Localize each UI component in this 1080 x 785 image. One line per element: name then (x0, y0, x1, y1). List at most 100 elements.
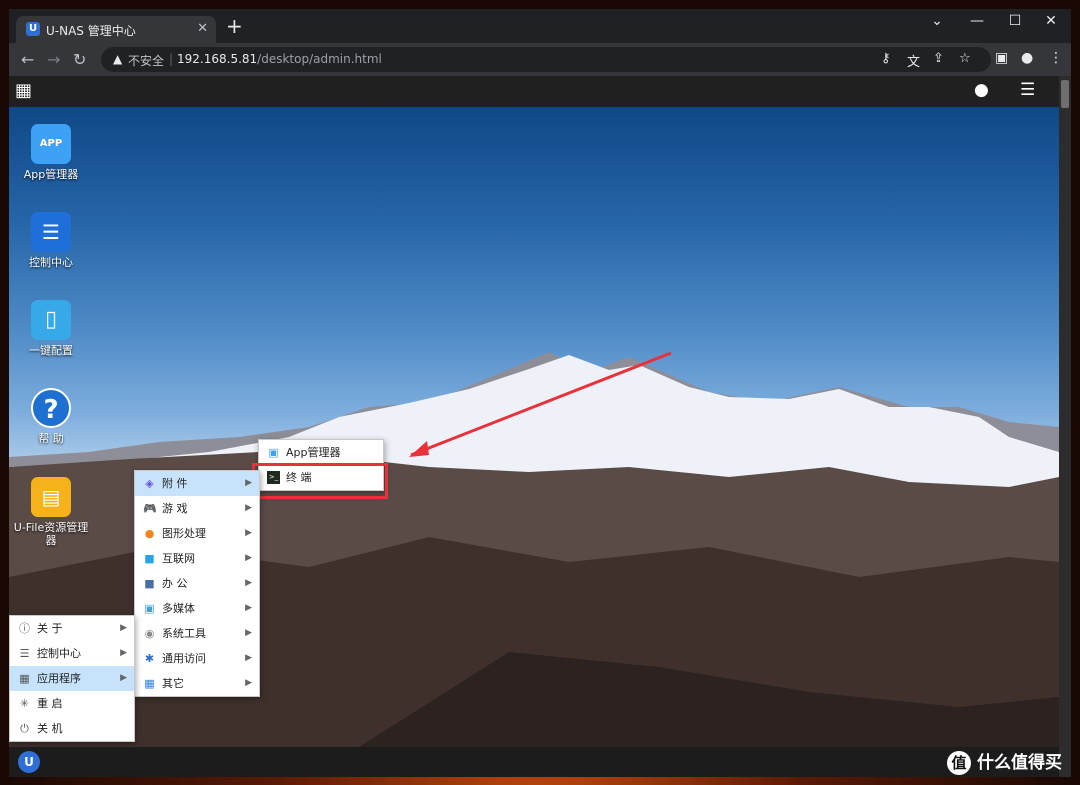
desktop-icon-help[interactable]: ? 帮 助 (9, 388, 93, 445)
desktop-icon-label: 控制中心 (29, 256, 73, 269)
restart-icon: ✳ (19, 697, 30, 710)
app-manager-small-icon: ▣ (268, 446, 279, 459)
desktop-icon-app-manager[interactable]: APP App管理器 (9, 124, 93, 181)
power-icon: ⏻ (20, 722, 29, 735)
menu-item-other[interactable]: ▦ 其它 ▶ (135, 671, 259, 696)
accessories-icon: ◈ (145, 477, 154, 490)
start-button[interactable]: U (18, 751, 40, 773)
browser-tab[interactable]: U U-NAS 管理中心 ✕ (16, 16, 216, 43)
desktop-icon-label: 一键配置 (29, 344, 73, 357)
submenu-arrow-icon: ▶ (120, 673, 127, 683)
menu-item-label: 多媒体 (162, 602, 195, 615)
annotation-highlight-box (252, 463, 388, 499)
menu-item-accessories[interactable]: ◈ 附 件 ▶ (135, 471, 259, 496)
tab-favicon-icon: U (26, 22, 40, 36)
side-panel-icon[interactable]: ▣ (995, 50, 1008, 66)
menu-item-restart[interactable]: ✳ 重 启 (10, 691, 134, 716)
menu-item-internet[interactable]: ■ 互联网 ▶ (135, 546, 259, 571)
desktop: APP App管理器 ☰ 控制中心 ▯ 一键配置 ? 帮 助 ▤ U-File资… (9, 107, 1059, 747)
url-host: 192.168.5.81 (177, 52, 258, 66)
submenu-arrow-icon: ▶ (245, 578, 252, 588)
menu-item-app-manager[interactable]: ▣ App管理器 (259, 440, 383, 465)
menu-item-multimedia[interactable]: ▣ 多媒体 ▶ (135, 596, 259, 621)
security-label[interactable]: 不安全 (128, 52, 164, 69)
desktop-icon-control-center[interactable]: ☰ 控制中心 (9, 212, 93, 269)
info-icon: ⓘ (19, 622, 30, 635)
submenu-arrow-icon: ▶ (245, 628, 252, 638)
menu-item-office[interactable]: ■ 办 公 ▶ (135, 571, 259, 596)
tab-close-icon[interactable]: ✕ (197, 21, 208, 36)
minimize-icon[interactable]: ⌄ (917, 13, 957, 29)
user-icon[interactable]: ● (974, 80, 989, 100)
browser-toolbar: ← → ↻ ▲ 不安全 | 192.168.5.81/desktop/admin… (9, 43, 1071, 76)
menu-item-graphics[interactable]: ● 图形处理 ▶ (135, 521, 259, 546)
star-icon[interactable]: ☆ (959, 51, 971, 66)
share-icon[interactable]: ⇪ (933, 51, 944, 66)
watermark-text: 什么值得买 (977, 753, 1062, 773)
menu-item-about[interactable]: ⓘ 关 于 ▶ (10, 616, 134, 641)
url-path: /desktop/admin.html (257, 52, 382, 66)
other-icon: ▦ (144, 677, 155, 690)
forward-icon[interactable]: → (47, 50, 60, 69)
desktop-icon-ufile[interactable]: ▤ U-File资源管理器 (9, 477, 93, 547)
menu-item-label: 其它 (162, 677, 184, 690)
start-menu: ⓘ 关 于 ▶ ☰ 控制中心 ▶ ▦ 应用程序 ▶ ✳ 重 启 ⏻ 关 机 (9, 615, 135, 742)
maximize-icon[interactable]: ☐ (995, 13, 1035, 29)
restore-icon[interactable]: — (957, 13, 997, 29)
help-icon: ? (31, 388, 71, 428)
watermark: 值什么值得买 (947, 748, 1062, 775)
address-bar[interactable]: ▲ 不安全 | 192.168.5.81/desktop/admin.html … (101, 47, 991, 72)
submenu-arrow-icon: ▶ (245, 603, 252, 613)
menu-item-control-center[interactable]: ☰ 控制中心 ▶ (10, 641, 134, 666)
graphics-icon: ● (144, 527, 155, 540)
menu-item-games[interactable]: 🎮 游 戏 ▶ (135, 496, 259, 521)
menu-item-label: App管理器 (286, 446, 341, 459)
internet-icon: ■ (144, 552, 155, 565)
menu-item-shutdown[interactable]: ⏻ 关 机 (10, 716, 134, 741)
watermark-badge: 值 (947, 751, 971, 775)
applications-icon: ▦ (19, 672, 30, 685)
office-icon: ■ (144, 577, 155, 590)
submenu-arrow-icon: ▶ (245, 678, 252, 688)
submenu-arrow-icon: ▶ (245, 503, 252, 513)
submenu-arrow-icon: ▶ (245, 478, 252, 488)
page-scrollbar[interactable] (1059, 76, 1071, 777)
menu-item-label: 互联网 (162, 552, 195, 565)
translate-icon[interactable]: 文 (907, 51, 920, 70)
submenu-arrow-icon: ▶ (120, 648, 127, 658)
url-text[interactable]: 192.168.5.81/desktop/admin.html (177, 52, 382, 66)
key-icon[interactable]: ⚷ (881, 51, 891, 66)
profile-icon[interactable]: ● (1021, 50, 1033, 66)
desktop-icon-label: 帮 助 (38, 432, 64, 445)
submenu-arrow-icon: ▶ (245, 653, 252, 663)
submenu-arrow-icon: ▶ (245, 553, 252, 563)
title-bar: U U-NAS 管理中心 ✕ + ⌄ ☐ — ✕ (9, 9, 1071, 43)
desktop-icon-quick-config[interactable]: ▯ 一键配置 (9, 300, 93, 357)
menu-item-system-tools[interactable]: ◉ 系统工具 ▶ (135, 621, 259, 646)
app-manager-icon: APP (31, 124, 71, 164)
apps-grid-icon[interactable]: ▦ (15, 80, 32, 101)
system-tools-icon: ◉ (144, 627, 155, 640)
menu-item-label: 图形处理 (162, 527, 206, 540)
accessibility-icon: ✱ (144, 652, 155, 665)
menu-item-label: 附 件 (162, 477, 188, 490)
mouse-icon: ▯ (31, 300, 71, 340)
list-menu-icon[interactable]: ☰ (1020, 80, 1035, 100)
submenu-arrow-icon: ▶ (120, 623, 127, 633)
new-tab-button[interactable]: + (226, 16, 243, 36)
menu-item-label: 游 戏 (162, 502, 188, 515)
reload-icon[interactable]: ↻ (73, 50, 86, 69)
submenu-arrow-icon: ▶ (245, 528, 252, 538)
control-center-icon: ☰ (31, 212, 71, 252)
warning-icon[interactable]: ▲ (113, 52, 122, 66)
close-window-icon[interactable]: ✕ (1031, 13, 1071, 29)
page-content: ▦ ● ☰ APP App管理器 ☰ 控制中心 ▯ 一键配置 ? 帮 助 ▤ U… (9, 76, 1071, 777)
scrollbar-thumb[interactable] (1061, 80, 1069, 108)
menu-item-applications[interactable]: ▦ 应用程序 ▶ (10, 666, 134, 691)
menu-item-universal-access[interactable]: ✱ 通用访问 ▶ (135, 646, 259, 671)
browser-menu-icon[interactable]: ⋮ (1049, 50, 1063, 66)
back-icon[interactable]: ← (21, 50, 34, 69)
desktop-icon-label: App管理器 (23, 168, 79, 181)
menu-item-label: 关 机 (37, 722, 63, 735)
menu-item-label: 关 于 (37, 622, 63, 635)
